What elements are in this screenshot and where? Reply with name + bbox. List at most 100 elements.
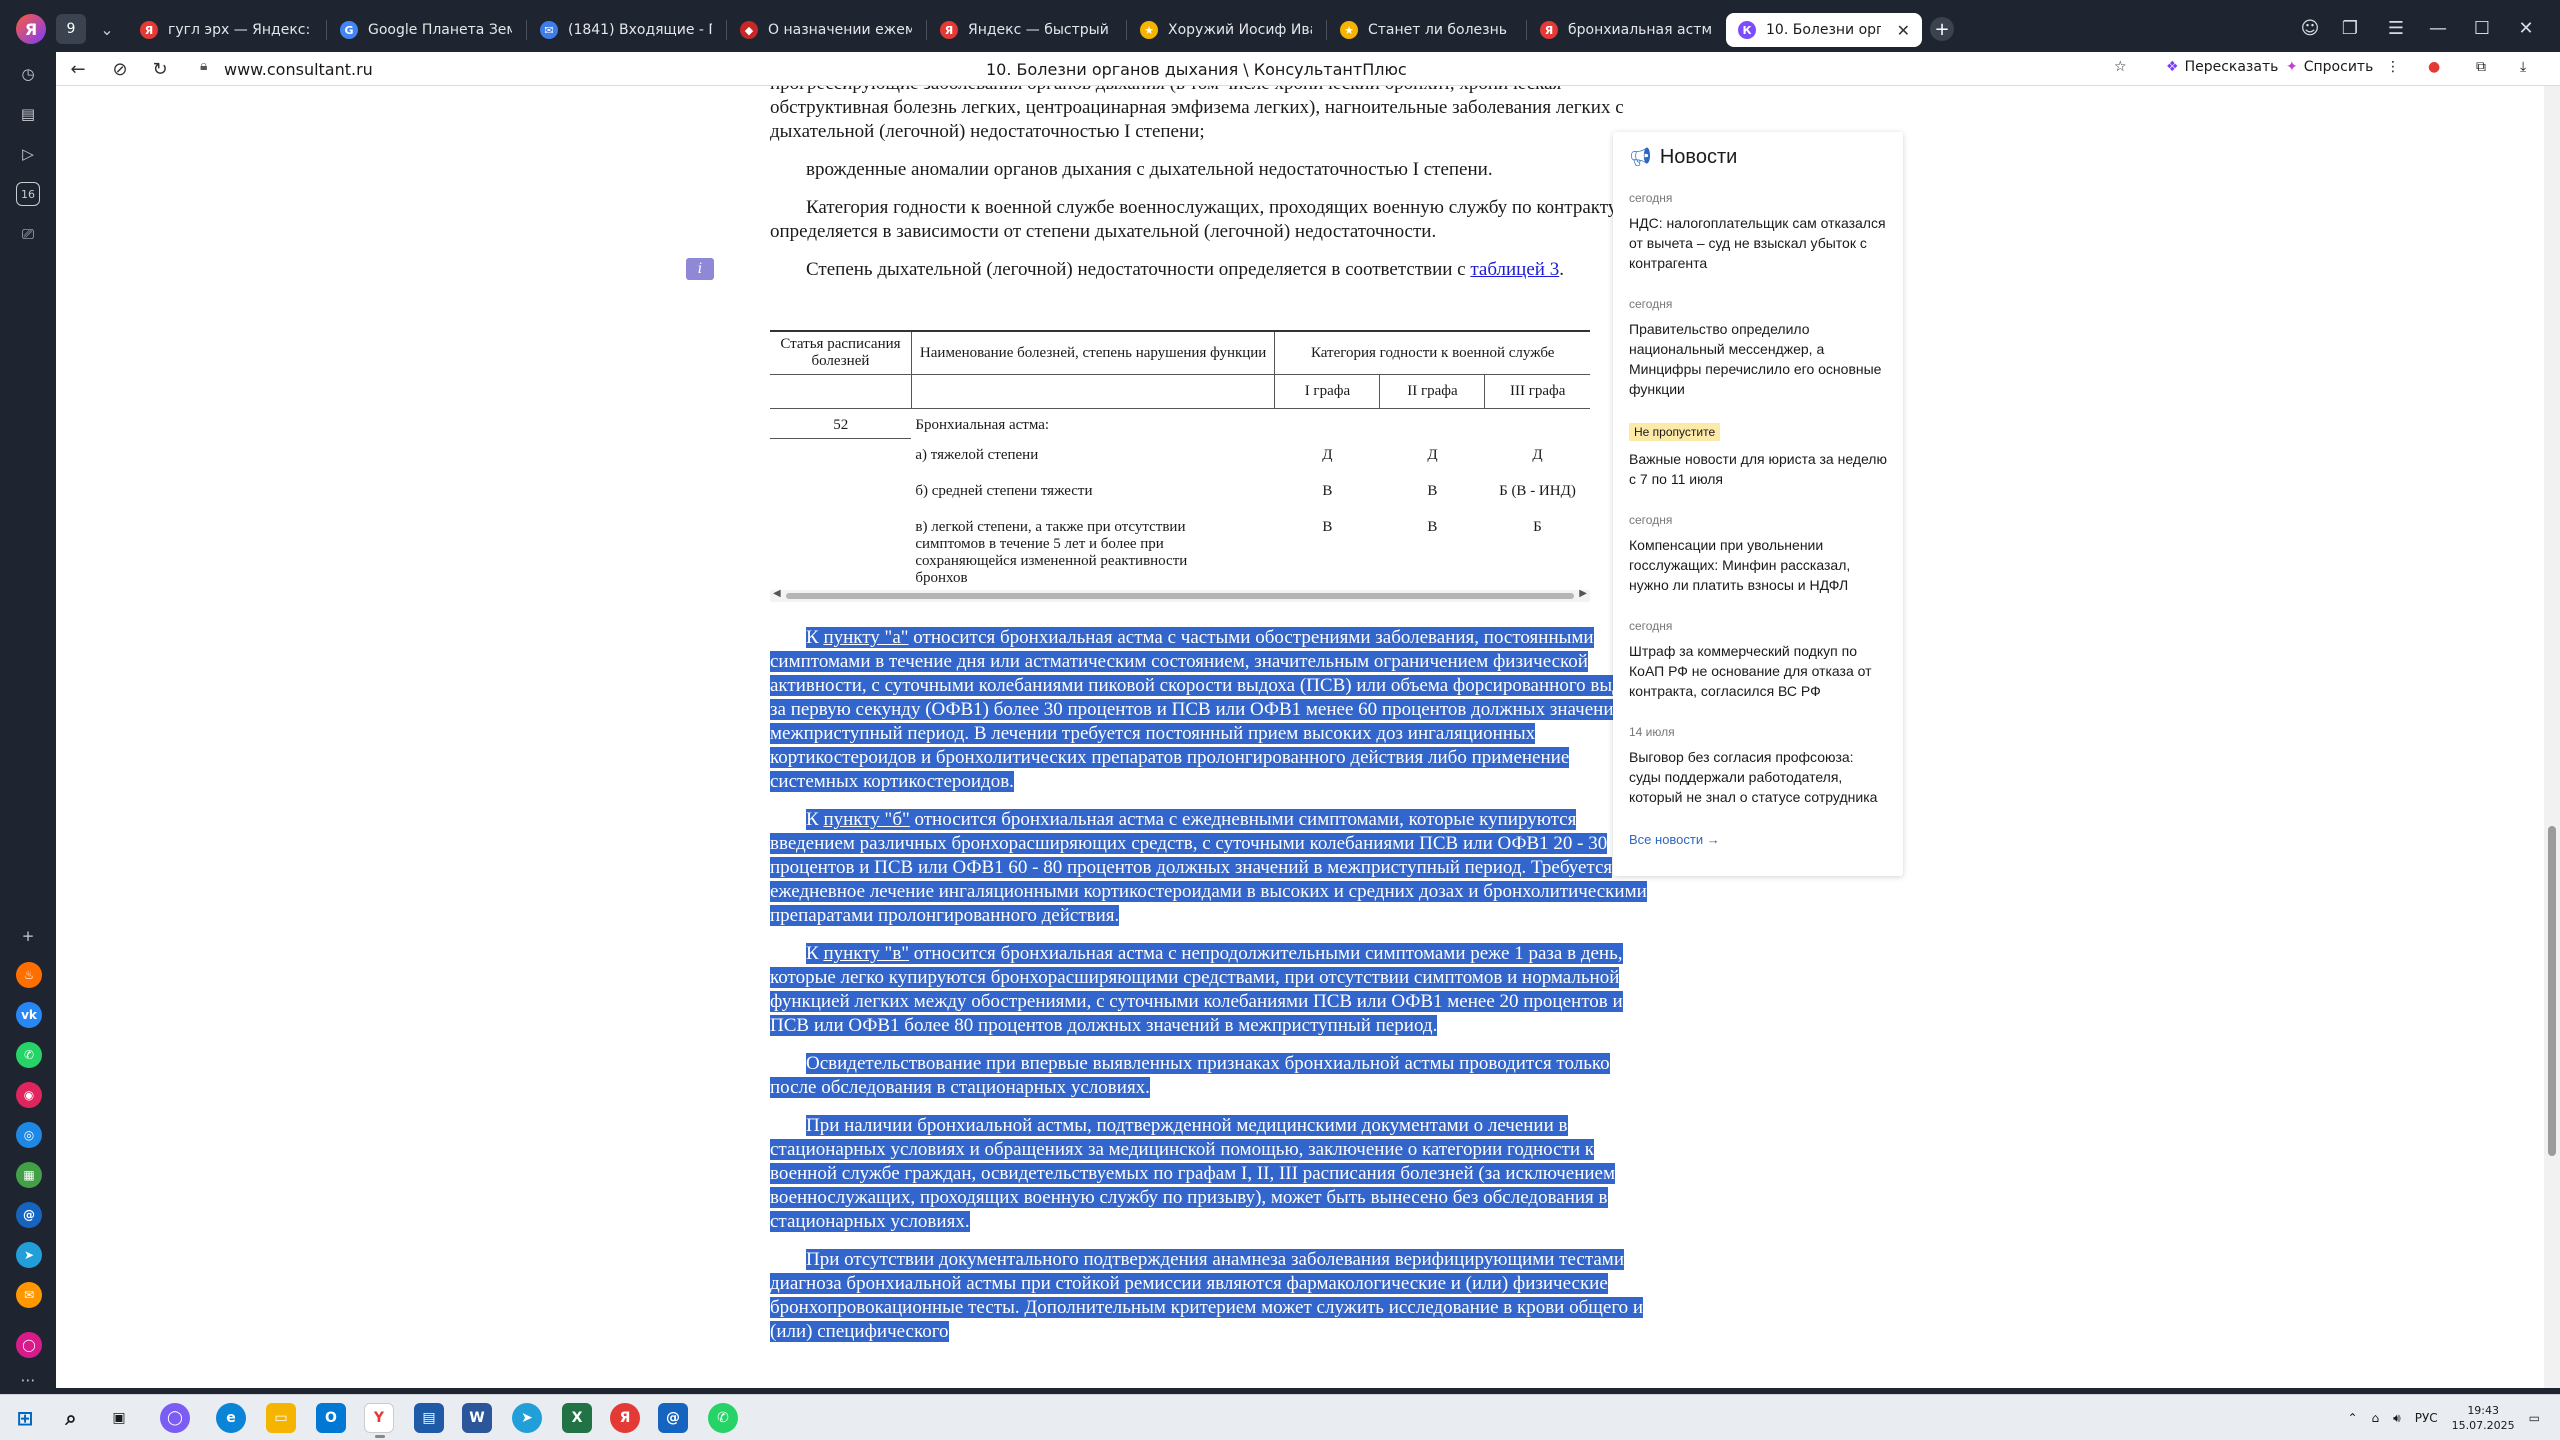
tabs-count-button[interactable]: 9 bbox=[56, 14, 86, 44]
task-view-icon[interactable]: ▣ bbox=[104, 1403, 134, 1433]
doc-paragraph: Категория годности к военной службе воен… bbox=[770, 197, 1621, 242]
app-icon[interactable]: ◯ bbox=[16, 1332, 42, 1358]
google-earth-favicon-icon: G bbox=[340, 21, 358, 39]
table-3-link[interactable]: таблицей 3 bbox=[1470, 259, 1559, 280]
minimize-icon[interactable]: — bbox=[2418, 8, 2458, 48]
scrollbar-thumb[interactable] bbox=[2548, 826, 2556, 1156]
doc-paragraph: врожденные аномалии органов дыхания с ды… bbox=[806, 159, 1493, 180]
doc-paragraph: К пункту "б" относится бронхиальная астм… bbox=[770, 809, 1647, 926]
back-arrow-icon[interactable]: ← bbox=[64, 56, 92, 82]
profile-icon[interactable]: ☺ bbox=[2290, 8, 2330, 48]
scroll-right-icon[interactable]: ▶ bbox=[1579, 588, 1587, 599]
add-icon[interactable]: + bbox=[16, 924, 40, 948]
th-name: Наименование болезней, степень нарушения… bbox=[911, 330, 1276, 375]
browser-tab[interactable]: ★ Хоружий Иосиф Иванови bbox=[1128, 13, 1324, 47]
app-icon[interactable]: ▦ bbox=[16, 1162, 42, 1188]
app-icon[interactable]: ◯ bbox=[160, 1403, 190, 1433]
close-window-icon[interactable]: ✕ bbox=[2506, 8, 2546, 48]
collections-icon[interactable]: ❐ bbox=[2330, 8, 2370, 48]
language-indicator[interactable]: РУС bbox=[2415, 1411, 2438, 1425]
yandex-logo-icon[interactable]: Я bbox=[16, 14, 46, 44]
download-icon[interactable]: ⤓ bbox=[2520, 59, 2526, 75]
excel-icon[interactable]: X bbox=[562, 1403, 592, 1433]
vk-icon[interactable]: vk bbox=[16, 1002, 42, 1028]
page-scrollbar[interactable] bbox=[2544, 86, 2560, 1388]
chevron-up-icon[interactable]: ⌃ bbox=[2347, 1411, 2357, 1425]
word-icon[interactable]: W bbox=[462, 1403, 492, 1433]
windows-start-icon[interactable]: ⊞ bbox=[10, 1403, 40, 1433]
app-icon[interactable]: ◉ bbox=[16, 1082, 42, 1108]
news-item[interactable]: Не пропустите Важные новости для юриста … bbox=[1629, 423, 1887, 489]
whatsapp-icon[interactable]: ✆ bbox=[16, 1042, 42, 1068]
yandex-favicon-icon: Я bbox=[940, 21, 958, 39]
scrollbar-thumb[interactable] bbox=[786, 593, 1574, 599]
reload-icon[interactable]: ↻ bbox=[146, 56, 174, 82]
menu-icon[interactable]: ☰ bbox=[2376, 8, 2416, 48]
whatsapp-icon[interactable]: ✆ bbox=[708, 1403, 738, 1433]
calendar-icon[interactable]: 16 bbox=[16, 182, 40, 206]
point-b-link[interactable]: пункту "б" bbox=[823, 809, 909, 830]
more-icon[interactable]: ⋯ bbox=[16, 1368, 40, 1392]
close-tab-icon[interactable]: ✕ bbox=[1897, 21, 1910, 40]
app-icon[interactable]: ▤ bbox=[414, 1403, 444, 1433]
telegram-icon[interactable]: ➤ bbox=[512, 1403, 542, 1433]
browser-tab-active[interactable]: К 10. Болезни органов д ✕ bbox=[1726, 13, 1922, 47]
ask-button[interactable]: ✦ Спросить bbox=[2286, 59, 2373, 75]
browser-tab[interactable]: ✉ (1841) Входящие - Почта bbox=[528, 13, 724, 47]
mail-favicon-icon: ✉ bbox=[540, 21, 558, 39]
outlook-icon[interactable]: O bbox=[316, 1403, 346, 1433]
yandex-favicon-icon: Я bbox=[140, 21, 158, 39]
more-icon[interactable]: ⋮ bbox=[2386, 59, 2400, 75]
extension-icon[interactable]: ● bbox=[2428, 59, 2440, 75]
info-icon[interactable]: i bbox=[686, 258, 714, 280]
point-a-link[interactable]: пункту "а" bbox=[823, 627, 908, 648]
retell-button[interactable]: ❖ Пересказать bbox=[2166, 59, 2278, 75]
collections-icon[interactable]: ▤ bbox=[16, 102, 40, 126]
mail-icon[interactable]: @ bbox=[16, 1202, 42, 1228]
network-icon[interactable]: ⌂ bbox=[2372, 1411, 2380, 1425]
url-field[interactable]: www.consultant.ru bbox=[224, 60, 373, 79]
news-item[interactable]: сегодня Правительство определило национа… bbox=[1629, 297, 1887, 399]
news-item[interactable]: сегодня Штраф за коммерческий подкуп по … bbox=[1629, 619, 1887, 701]
th-empty bbox=[911, 374, 1276, 409]
edge-icon[interactable]: e bbox=[216, 1403, 246, 1433]
scroll-left-icon[interactable]: ◀ bbox=[773, 588, 781, 599]
news-item[interactable]: сегодня НДС: налогоплательщик сам отказа… bbox=[1629, 191, 1887, 273]
doc-paragraph: При наличии бронхиальной астмы, подтверж… bbox=[770, 1115, 1615, 1232]
chevron-down-icon[interactable]: ⌄ bbox=[92, 14, 122, 44]
protect-icon[interactable]: ⊘ bbox=[106, 56, 134, 82]
maximize-icon[interactable]: ☐ bbox=[2462, 8, 2502, 48]
app-icon[interactable]: ◎ bbox=[16, 1122, 42, 1148]
play-icon[interactable]: ▷ bbox=[16, 142, 40, 166]
sound-icon[interactable]: 🔊︎ bbox=[2393, 1411, 2401, 1426]
th-g2: II графа bbox=[1379, 374, 1486, 409]
screenshot-icon[interactable]: ⎚ bbox=[16, 222, 40, 246]
yandex-icon[interactable]: Я bbox=[610, 1403, 640, 1433]
news-item[interactable]: сегодня Компенсации при увольнении госсл… bbox=[1629, 513, 1887, 595]
bookmark-icon[interactable]: ☆ bbox=[2114, 59, 2127, 75]
point-v-link[interactable]: пункту "в" bbox=[823, 943, 909, 964]
browser-tab[interactable]: Я гугл эрх — Яндекс: нашло bbox=[128, 13, 324, 47]
history-icon[interactable]: ◷ bbox=[16, 62, 40, 86]
app-icon[interactable]: ✉ bbox=[16, 1282, 42, 1308]
all-news-link[interactable]: Все новости → bbox=[1629, 832, 1720, 847]
new-tab-button[interactable]: + bbox=[1930, 17, 1954, 41]
yandex-browser-icon[interactable]: Y bbox=[364, 1403, 394, 1438]
browser-tab[interactable]: ★ Станет ли болезнь освоб bbox=[1328, 13, 1524, 47]
telegram-icon[interactable]: ➤ bbox=[16, 1242, 42, 1268]
search-icon[interactable]: ⌕ bbox=[56, 1403, 86, 1433]
browser-tab[interactable]: ◆ О назначении ежемесячн bbox=[728, 13, 924, 47]
downloads-panel-icon[interactable]: ⧉ bbox=[2476, 59, 2486, 75]
notifications-icon[interactable]: ▭ bbox=[2529, 1411, 2540, 1425]
browser-tab[interactable]: Я бронхиальная астма - ПГ bbox=[1528, 13, 1724, 47]
table-horizontal-scrollbar[interactable]: ◀ ▶ bbox=[770, 588, 1590, 602]
mail-icon[interactable]: @ bbox=[658, 1403, 688, 1433]
browser-tab[interactable]: G Google Планета Земля bbox=[328, 13, 524, 47]
browser-tab-bar: Я 9 ⌄ Я гугл эрх — Яндекс: нашло G Googl… bbox=[0, 0, 2560, 58]
clock[interactable]: 19:43 15.07.2025 bbox=[2452, 1403, 2515, 1433]
app-icon[interactable]: ♨ bbox=[16, 962, 42, 988]
file-explorer-icon[interactable]: ▭ bbox=[266, 1403, 296, 1433]
news-item[interactable]: 14 июля Выговор без согласия профсоюза: … bbox=[1629, 725, 1887, 807]
table-row: б) средней степени тяжести В В Б (В - ИН… bbox=[915, 482, 1576, 499]
browser-tab[interactable]: Я Яндекс — быстрый поиск bbox=[928, 13, 1124, 47]
